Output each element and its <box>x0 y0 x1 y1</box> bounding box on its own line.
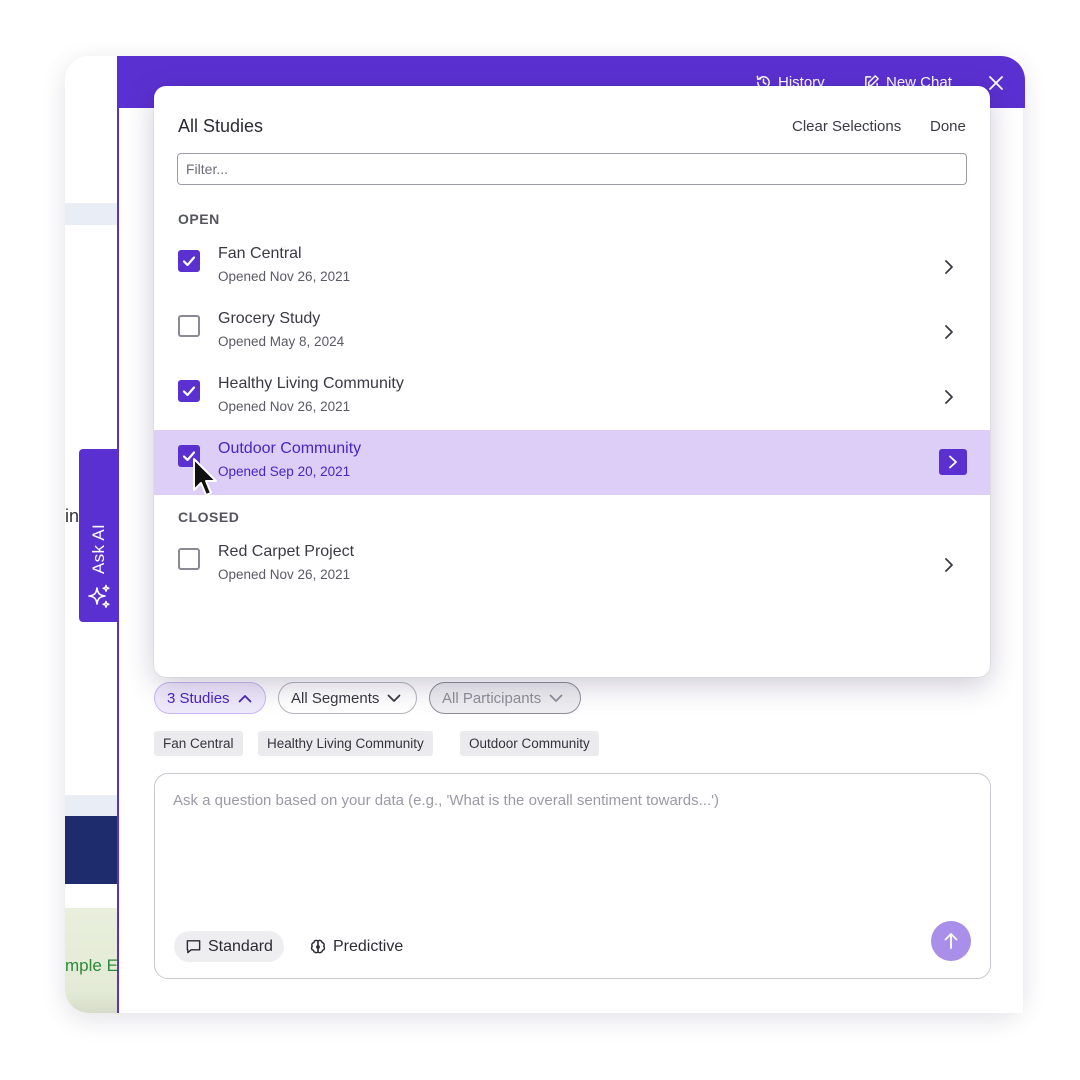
study-expand-button[interactable] <box>942 557 956 573</box>
chevron-down-icon <box>387 694 401 702</box>
studies-filter-label: 3 Studies <box>167 689 230 707</box>
participants-filter-chip[interactable]: All Participants <box>429 682 581 714</box>
chevron-right-icon <box>945 325 953 339</box>
study-opened-date: Opened Nov 26, 2021 <box>218 567 351 582</box>
ask-ai-label: Ask AI <box>89 524 108 574</box>
selected-study-tag: Fan Central <box>154 731 243 756</box>
close-icon[interactable] <box>987 74 1005 92</box>
study-expand-button[interactable] <box>942 389 956 405</box>
ask-ai-tab[interactable]: Ask AI <box>79 449 119 622</box>
chevron-right-icon <box>945 260 953 274</box>
predictive-mode-button[interactable]: Predictive <box>298 931 414 962</box>
dropdown-title: All Studies <box>178 116 264 136</box>
study-expand-button[interactable] <box>942 324 956 340</box>
arrow-up-icon <box>944 933 958 949</box>
study-row[interactable]: Grocery Study Opened May 8, 2024 <box>154 300 990 365</box>
section-label-open: OPEN <box>178 211 220 227</box>
study-expand-button[interactable] <box>939 449 967 475</box>
study-name: Grocery Study <box>218 310 321 327</box>
study-row[interactable]: Healthy Living Community Opened Nov 26, 2… <box>154 365 990 430</box>
sparkle-icon <box>88 584 110 608</box>
study-opened-date: Opened Nov 26, 2021 <box>218 269 351 284</box>
background-band <box>65 203 119 225</box>
predictive-mode-label: Predictive <box>333 937 404 955</box>
study-opened-date: Opened Nov 26, 2021 <box>218 399 351 414</box>
study-checkbox[interactable] <box>178 380 200 402</box>
study-checkbox[interactable] <box>178 548 200 570</box>
study-name: Healthy Living Community <box>218 375 404 392</box>
selected-study-tag: Healthy Living Community <box>258 731 433 756</box>
clear-selections-button[interactable]: Clear Selections <box>792 118 901 135</box>
background-link-text: mple E <box>65 956 118 975</box>
participants-filter-label: All Participants <box>442 689 542 707</box>
segments-filter-label: All Segments <box>291 689 380 707</box>
background-green-panel: mple E <box>65 908 119 1013</box>
study-opened-date: Opened May 8, 2024 <box>218 334 345 349</box>
question-box: Standard Predictive <box>154 773 991 979</box>
background-band <box>65 795 119 817</box>
chevron-up-icon <box>238 694 251 702</box>
mouse-cursor-icon <box>193 458 217 496</box>
chevron-right-icon <box>945 390 953 404</box>
checkmark-icon <box>182 386 196 397</box>
segments-filter-chip[interactable]: All Segments <box>278 682 417 714</box>
study-checkbox[interactable] <box>178 315 200 337</box>
study-name: Outdoor Community <box>218 440 362 457</box>
studies-filter-chip[interactable]: 3 Studies <box>154 682 266 714</box>
background-text: in <box>65 506 80 526</box>
study-row[interactable]: Fan Central Opened Nov 26, 2021 <box>154 235 990 300</box>
study-name: Red Carpet Project <box>218 543 355 560</box>
study-opened-date: Opened Sep 20, 2021 <box>218 464 351 479</box>
done-button[interactable]: Done <box>930 118 966 135</box>
study-row[interactable]: Red Carpet Project Opened Nov 26, 2021 <box>154 533 990 598</box>
chevron-right-icon <box>949 455 957 469</box>
chevron-down-icon <box>549 694 563 702</box>
study-name: Fan Central <box>218 245 302 262</box>
standard-mode-button[interactable]: Standard <box>174 931 284 962</box>
study-row[interactable]: Outdoor Community Opened Sep 20, 2021 <box>154 430 990 495</box>
section-label-closed: CLOSED <box>178 509 240 525</box>
send-button[interactable] <box>931 921 971 961</box>
study-checkbox[interactable] <box>178 250 200 272</box>
question-input[interactable] <box>173 792 963 902</box>
chevron-right-icon <box>945 558 953 572</box>
selected-study-tag: Outdoor Community <box>460 731 599 756</box>
chat-bubble-icon <box>186 940 201 954</box>
filter-input[interactable] <box>177 153 967 185</box>
standard-mode-label: Standard <box>208 937 273 955</box>
brain-icon <box>310 939 326 953</box>
study-expand-button[interactable] <box>942 259 956 275</box>
background-image <box>65 816 119 884</box>
studies-dropdown: All Studies Clear Selections Done OPEN Fa… <box>154 86 990 677</box>
checkmark-icon <box>182 256 196 267</box>
